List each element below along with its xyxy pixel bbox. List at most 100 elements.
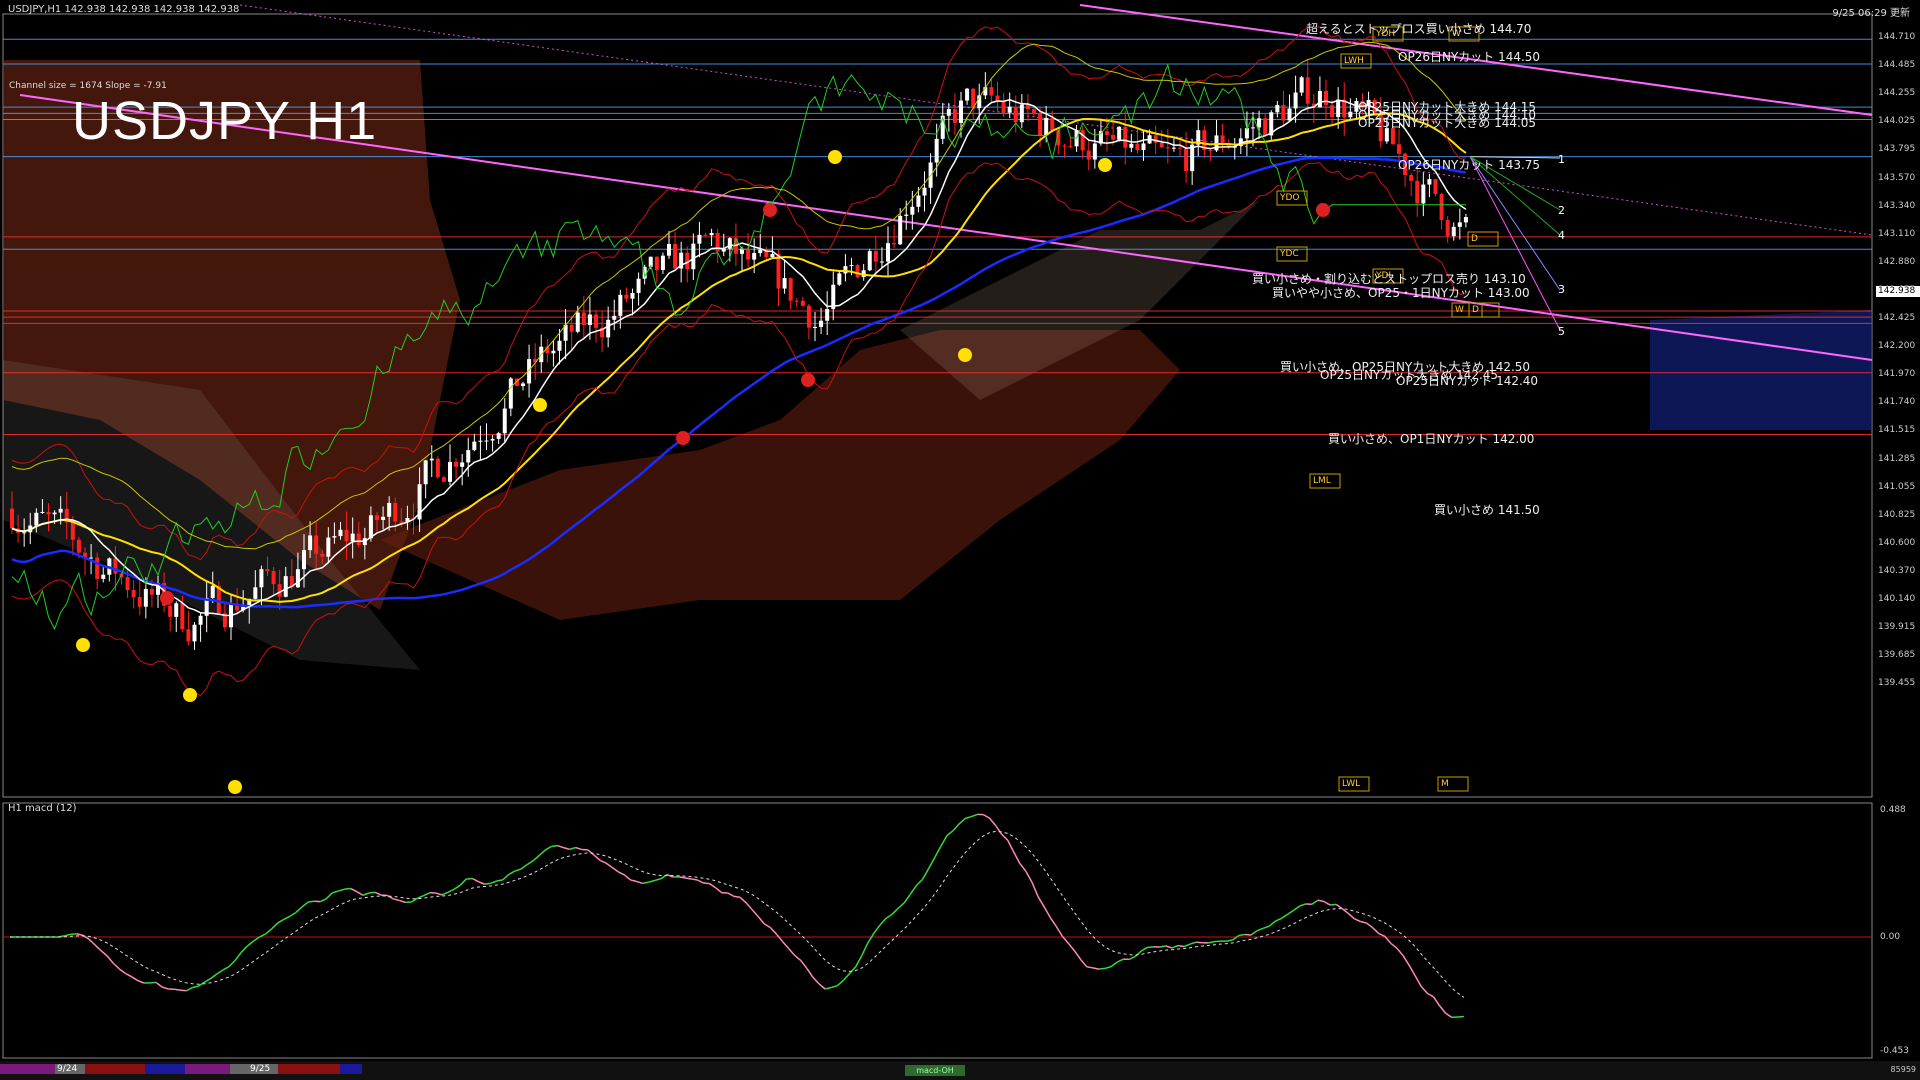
macd-segment	[927, 857, 936, 870]
candle-body	[125, 577, 130, 591]
candle-body	[691, 243, 696, 270]
macd-segment	[1128, 955, 1136, 961]
macd-segment	[417, 894, 424, 899]
candle-body	[612, 315, 617, 320]
candle-body	[959, 100, 963, 123]
candle-body	[1050, 117, 1055, 131]
macd-segment	[1360, 920, 1367, 924]
macd-segment	[842, 973, 851, 981]
macd-segment	[526, 860, 534, 866]
price-tick-label: 143.340	[1878, 200, 1916, 211]
candle-body	[1348, 111, 1353, 118]
macd-segment	[544, 845, 552, 851]
candle-body	[746, 248, 751, 260]
update-time: 9/25 06:29 更新	[1832, 8, 1910, 19]
candle-body	[1165, 147, 1170, 149]
macd-segment	[727, 892, 735, 898]
candle-body	[934, 138, 939, 163]
price-tick-label: 144.710	[1878, 32, 1916, 42]
candle-body	[1397, 144, 1401, 154]
box-tag: YDO	[1280, 193, 1300, 203]
candle-body	[843, 266, 848, 274]
macd-segment	[1354, 918, 1361, 923]
macd-segment	[988, 817, 997, 826]
signal-marker	[828, 150, 842, 164]
macd-segment	[1396, 947, 1404, 957]
macd-segment	[1232, 934, 1240, 941]
price-tick-label: 142.200	[1878, 341, 1916, 352]
macd-segment	[1037, 896, 1045, 908]
macd-segment	[1414, 975, 1422, 987]
macd-segment	[557, 844, 564, 849]
candle-body	[356, 533, 361, 546]
candle-body	[466, 450, 471, 463]
macd-segment	[903, 893, 911, 904]
signal-marker	[1098, 158, 1112, 172]
candle-body	[22, 532, 27, 534]
macd-segment	[88, 938, 96, 946]
price-tick-label: 139.685	[1878, 650, 1916, 661]
chart-window[interactable]: USDJPY,H1 142.938 142.938 142.938 142.93…	[0, 0, 1920, 1080]
candle-body	[770, 253, 775, 258]
box-tag: W	[1455, 305, 1464, 315]
candle-body	[113, 558, 118, 574]
macd-segment	[228, 959, 236, 968]
timeline-bar[interactable]: 9/24 9/25 macd-OH 85959	[0, 1061, 1920, 1080]
signal-marker	[676, 431, 690, 445]
macd-segment	[289, 911, 297, 917]
macd-segment	[1347, 912, 1355, 920]
macd-segment	[952, 823, 960, 832]
macd-segment	[295, 906, 303, 914]
macd-tab[interactable]: macd-OH	[905, 1065, 965, 1076]
candle-body	[618, 294, 623, 316]
candle-body	[399, 521, 404, 523]
candle-body	[782, 278, 787, 289]
candle-body	[283, 576, 288, 597]
macd-segment	[307, 900, 315, 903]
candle-body	[393, 502, 398, 522]
macd-segment	[617, 871, 625, 876]
box-tag: LWL	[1342, 779, 1361, 789]
macd-segment	[137, 979, 145, 984]
candle-body	[873, 251, 878, 262]
candle-body	[326, 537, 331, 557]
macd-segment	[94, 944, 102, 952]
candle-body	[192, 624, 197, 642]
candle-body	[557, 340, 562, 351]
candle-body	[1409, 174, 1414, 181]
macd-segment	[1268, 920, 1276, 927]
candle-body	[1330, 105, 1335, 118]
price-tick-label: 140.600	[1878, 537, 1916, 548]
box-tag: D	[1471, 234, 1478, 244]
candle-body	[448, 461, 452, 482]
candle-body	[1086, 150, 1091, 160]
candle-body	[1032, 109, 1036, 114]
level-label: 買いやや小さめ、OP25・1日NYカット 143.00	[1272, 286, 1530, 300]
box-tag: YDC	[1280, 249, 1299, 259]
candle-body	[1445, 219, 1450, 237]
candle-body	[1001, 102, 1006, 113]
macd-segment	[1420, 986, 1428, 994]
level-label: 超えるとストップロス買い小さめ 144.70	[1306, 22, 1532, 36]
candle-body	[952, 109, 957, 123]
candle-body	[308, 535, 313, 551]
candle-body	[606, 319, 611, 338]
box-tag: LWH	[1344, 56, 1364, 66]
macd-segment	[180, 989, 187, 992]
macd-segment	[478, 881, 485, 885]
candle-body	[478, 440, 483, 442]
macd-segment	[1445, 1012, 1453, 1019]
macd-segment	[1043, 906, 1051, 918]
macd-segment	[1098, 967, 1106, 970]
macd-segment	[283, 915, 291, 921]
candle-body	[52, 512, 57, 515]
macd-segment	[685, 877, 692, 880]
macd-segment	[958, 817, 966, 825]
price-chart-canvas[interactable]	[0, 0, 1920, 1080]
candle-body	[302, 550, 306, 570]
candle-body	[703, 234, 708, 236]
macd-segment	[344, 887, 351, 890]
price-tick-label: 139.455	[1878, 678, 1916, 689]
candle-body	[295, 569, 300, 588]
macd-segment	[982, 813, 990, 819]
